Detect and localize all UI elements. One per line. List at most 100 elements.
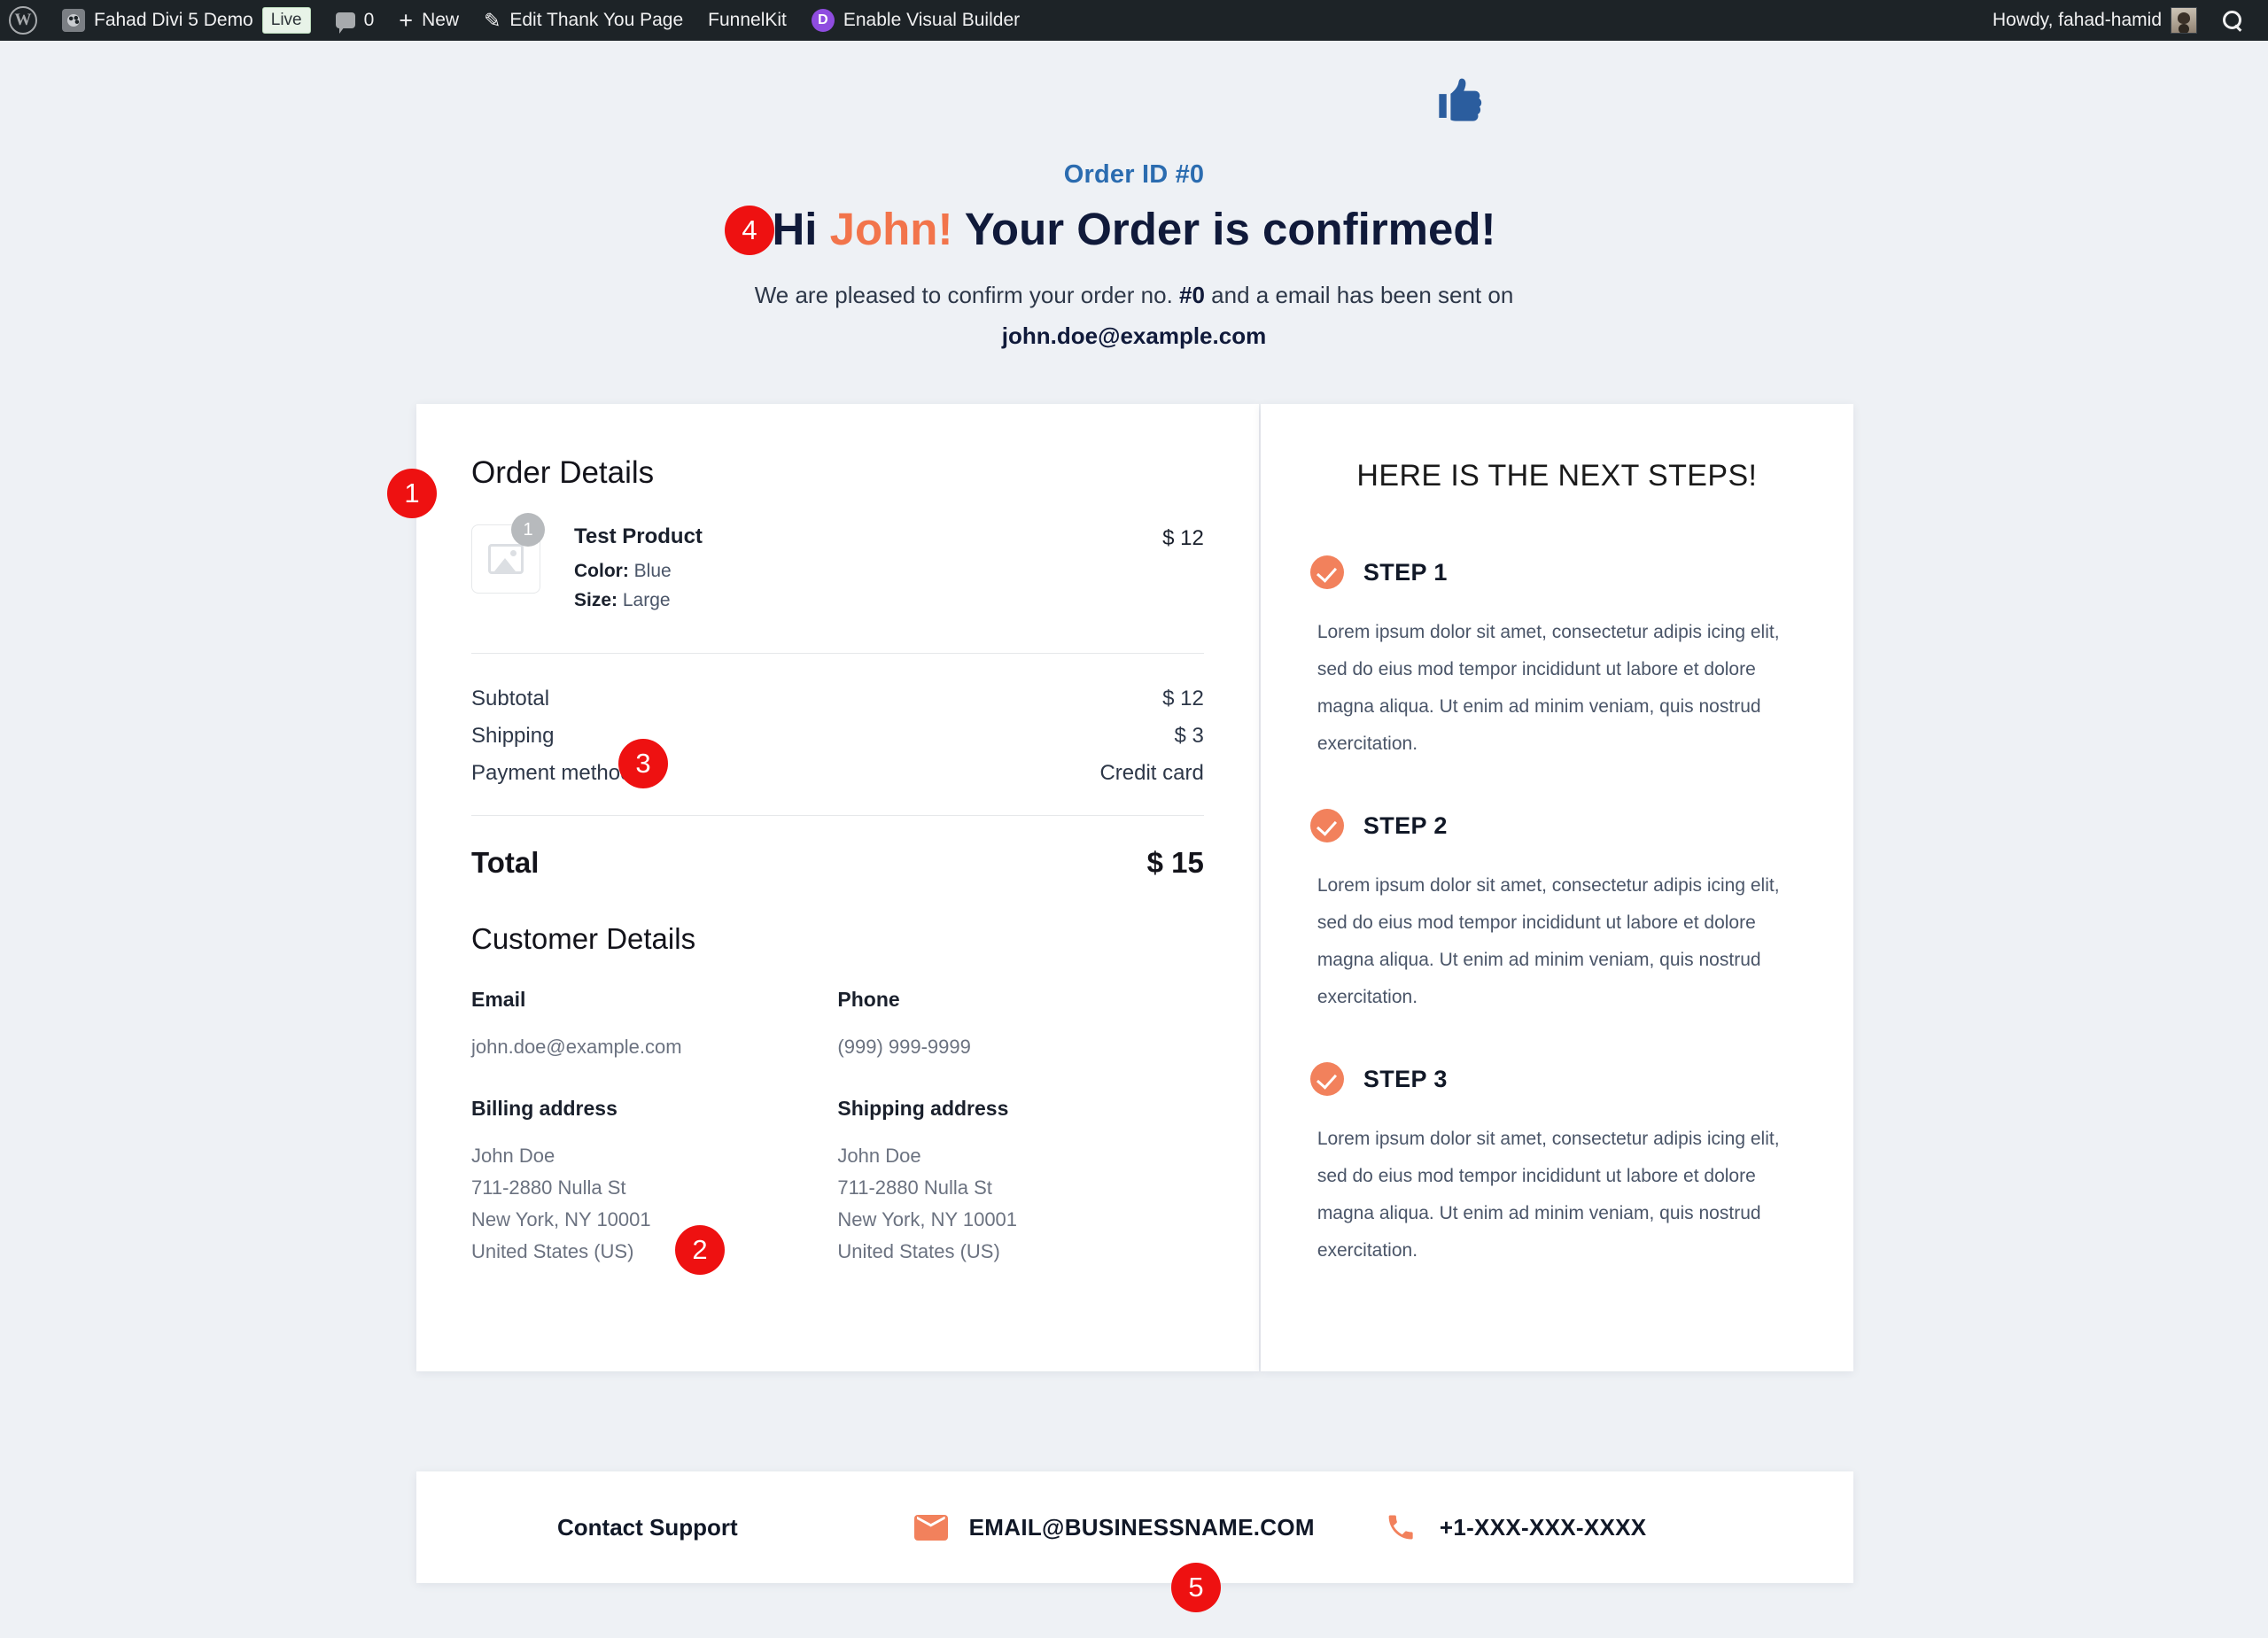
email-value: john.doe@example.com [471, 1036, 682, 1058]
order-total-value: $ 15 [1146, 846, 1204, 879]
step-header: STEP 2 [1309, 809, 1804, 842]
confirmation-email: john.doe@example.com [1001, 322, 1267, 350]
order-total-row: Total $ 15 [471, 816, 1204, 922]
comments-menu[interactable]: 0 [323, 0, 387, 41]
phone-label: Phone [837, 988, 900, 1011]
step-item: STEP 3 Lorem ipsum dolor sit amet, conse… [1309, 1062, 1804, 1269]
order-details-title: Order Details [471, 455, 655, 490]
customer-first-name: John! [829, 204, 953, 254]
funnelkit-label: FunnelKit [708, 10, 787, 30]
contact-support-label: Contact Support [557, 1513, 738, 1541]
payment-method-value: Credit card [1099, 761, 1204, 785]
confirmation-headline: Hi John! Your Order is confirmed! [772, 202, 1495, 257]
product-attribute-color-value: Blue [633, 561, 672, 581]
confirmation-subline: We are pleased to confirm your order no.… [602, 276, 1666, 354]
product-name: Test Product [574, 524, 703, 548]
product-attribute-size-value: Large [622, 590, 671, 610]
product-attribute-size-label: Size: [574, 590, 618, 610]
product-attribute-size: Size: Large [574, 590, 1162, 611]
order-item-row: 1 Test Product Color: Blue Size: Large $… [471, 513, 1204, 653]
divi-logo-icon: D [811, 9, 835, 32]
subtotal-value: $ 12 [1162, 687, 1204, 710]
customer-details-title: Customer Details [471, 922, 696, 955]
quantity-badge: 1 [511, 513, 545, 547]
thank-you-page: Order ID #0 Hi John! Your Order is confi… [0, 41, 2268, 1638]
site-name-menu[interactable]: Fahad Divi 5 Demo Live [50, 0, 323, 41]
check-circle-icon [1309, 809, 1344, 842]
shipping-label: Shipping [471, 724, 555, 748]
step-header: STEP 3 [1309, 1062, 1804, 1096]
check-circle-icon [1309, 1062, 1344, 1096]
step-body: Lorem ipsum dolor sit amet, consectetur … [1317, 622, 1780, 754]
product-attribute-color-label: Color: [574, 561, 629, 581]
annotation-marker-5: 5 [1171, 1563, 1221, 1612]
plus-icon: + [399, 6, 414, 34]
wp-logo-menu[interactable] [0, 0, 50, 41]
contact-email-text: EMAIL@BUSINESSNAME.COM [968, 1513, 1315, 1541]
my-account-menu[interactable]: Howdy, fahad-hamid [1984, 0, 2210, 41]
payment-method-label: Payment method [471, 761, 633, 785]
search-icon [2222, 10, 2243, 31]
shipping-value: $ 3 [1174, 724, 1204, 748]
step-label: STEP 3 [1363, 1065, 1448, 1092]
order-details-card: Order Details 1 Test Product Color: Blue [416, 404, 1259, 1371]
pencil-icon: ✎ [484, 8, 501, 32]
step-body: Lorem ipsum dolor sit amet, consectetur … [1317, 1129, 1780, 1261]
wordpress-logo-icon [9, 6, 37, 35]
customer-column-left: Email john.doe@example.com Billing addre… [471, 988, 837, 1268]
contact-phone-link[interactable]: +1-XXX-XXX-XXXX [1385, 1511, 1647, 1543]
site-icon [62, 9, 85, 32]
step-item: STEP 1 Lorem ipsum dolor sit amet, conse… [1309, 555, 1804, 763]
edit-page-menu[interactable]: ✎ Edit Thank You Page [471, 0, 695, 41]
next-steps-card: HERE IS THE NEXT STEPS! STEP 1 Lorem ips… [1260, 404, 1853, 1371]
product-info: Test Product Color: Blue Size: Large [574, 524, 1162, 619]
annotation-marker-4: 4 [725, 206, 774, 255]
step-label: STEP 1 [1363, 558, 1448, 586]
billing-address-value: John Doe 711-2880 Nulla St New York, NY … [471, 1145, 651, 1263]
comment-bubble-icon [335, 12, 355, 34]
product-attribute-color: Color: Blue [574, 561, 1162, 582]
customer-column-right: Phone (999) 999-9999 Shipping address Jo… [837, 988, 1203, 1268]
shipping-row: Shipping $ 3 [471, 718, 1204, 755]
funnelkit-menu[interactable]: FunnelKit [695, 0, 799, 41]
wp-admin-bar: Fahad Divi 5 Demo Live 0 + New ✎ Edit Th… [0, 0, 2268, 41]
phone-icon [1388, 1515, 1413, 1540]
admin-bar-right-group: Howdy, fahad-hamid [1984, 0, 2268, 41]
step-body: Lorem ipsum dolor sit amet, consectetur … [1317, 875, 1780, 1007]
order-id-heading: Order ID #0 [1063, 160, 1205, 189]
customer-details-grid: Email john.doe@example.com Billing addre… [471, 988, 1204, 1268]
email-label: Email [471, 988, 526, 1011]
subtotal-label: Subtotal [471, 687, 550, 710]
next-steps-title: HERE IS THE NEXT STEPS! [1356, 459, 1758, 493]
shipping-address-label: Shipping address [837, 1097, 1009, 1121]
subline-part-1: We are pleased to confirm your order no. [754, 282, 1180, 309]
admin-bar-search-button[interactable] [2210, 0, 2256, 41]
subtotal-row: Subtotal $ 12 [471, 680, 1204, 718]
enable-visual-builder-menu[interactable]: D Enable Visual Builder [799, 0, 1032, 41]
greeting-suffix: Your Order is confirmed! [952, 204, 1496, 254]
visual-builder-label: Enable Visual Builder [843, 10, 1021, 30]
comment-count-label: 0 [363, 10, 375, 30]
payment-method-row: Payment method Credit card [471, 755, 1204, 792]
contact-email-link[interactable]: EMAIL@BUSINESSNAME.COM [913, 1513, 1315, 1541]
product-thumbnail-wrap: 1 [471, 513, 545, 594]
site-name-label: Fahad Divi 5 Demo [94, 10, 253, 30]
hero-section: Order ID #0 Hi John! Your Order is confi… [0, 41, 2268, 354]
annotation-marker-3: 3 [618, 739, 668, 788]
new-label: New [422, 10, 460, 30]
new-content-menu[interactable]: + New [386, 0, 471, 41]
billing-address-label: Billing address [471, 1097, 617, 1121]
subline-part-2: and a email has been sent on [1204, 282, 1514, 309]
greeting-prefix: Hi [772, 204, 830, 254]
live-badge: Live [261, 7, 311, 34]
subline-order-number: #0 [1179, 282, 1205, 309]
annotation-marker-1: 1 [387, 469, 437, 518]
thumbs-up-icon [1439, 78, 1482, 121]
avatar [2171, 7, 2197, 34]
howdy-label: Howdy, fahad-hamid [1992, 10, 2162, 30]
contact-phone-text: +1-XXX-XXX-XXXX [1439, 1513, 1647, 1541]
order-totals: Subtotal $ 12 Shipping $ 3 Payment metho… [471, 654, 1204, 815]
step-label: STEP 2 [1363, 811, 1448, 839]
annotation-marker-2: 2 [675, 1225, 725, 1275]
admin-bar-left-group: Fahad Divi 5 Demo Live 0 + New ✎ Edit Th… [0, 0, 1032, 41]
